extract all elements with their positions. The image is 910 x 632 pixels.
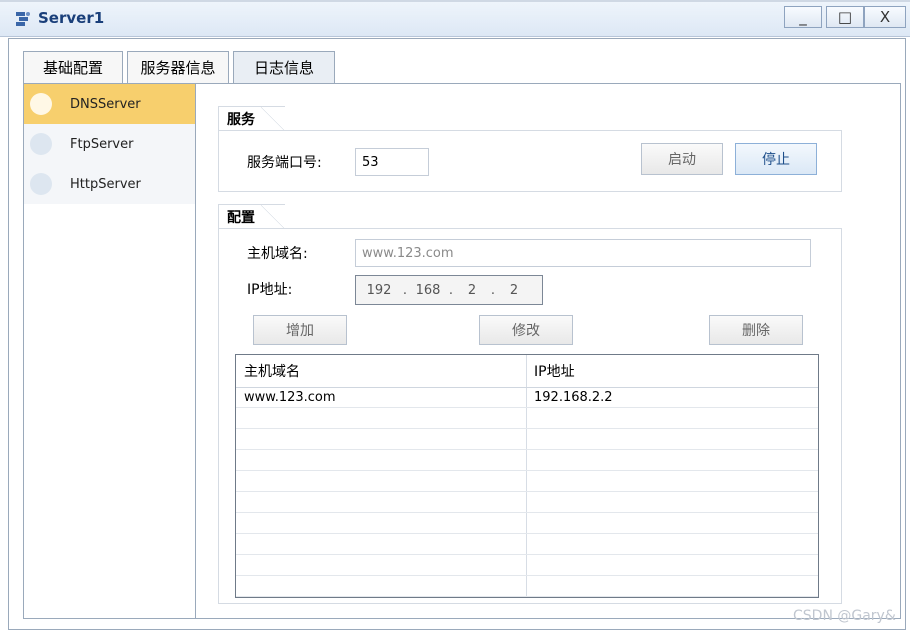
maximize-icon: □	[837, 8, 853, 26]
window-title: Server1	[38, 9, 105, 27]
window-client-area: 基础配置 服务器信息 日志信息 DNSServer FtpServer Http…	[8, 38, 906, 630]
server-status-icon	[30, 93, 52, 115]
table-row-empty	[236, 408, 818, 429]
table-row-empty	[236, 471, 818, 492]
column-header-hostname[interactable]: 主机域名	[236, 355, 526, 387]
server-status-icon	[30, 133, 52, 155]
ip-octet: 168	[415, 282, 441, 298]
tab-label: 日志信息	[253, 59, 314, 77]
tab-label: 基础配置	[42, 59, 103, 77]
ip-octet: 2	[467, 282, 477, 298]
ip-octet: 192	[366, 282, 392, 298]
server-status-icon	[30, 173, 52, 195]
server-item-label: HttpServer	[70, 176, 141, 192]
ip-address-input[interactable]: 192 . 168 . 2 . 2	[355, 275, 543, 305]
maximize-button[interactable]: □	[826, 6, 864, 28]
config-group: 主机域名: www.123.com IP地址: 192 . 168 . 2 . …	[218, 228, 842, 604]
column-header-ip[interactable]: IP地址	[526, 355, 816, 387]
table-row[interactable]: www.123.com 192.168.2.2	[236, 387, 818, 408]
service-group-label: 服务	[227, 112, 255, 128]
table-row-empty	[236, 513, 818, 534]
tab-basic-config[interactable]: 基础配置	[23, 51, 123, 83]
tab-server-info[interactable]: 服务器信息	[127, 51, 229, 83]
host-label: 主机域名:	[247, 246, 308, 262]
port-label: 服务端口号:	[247, 155, 322, 171]
server-list: DNSServer FtpServer HttpServer	[24, 84, 196, 618]
close-button[interactable]: X	[864, 6, 906, 28]
config-group-title: 配置	[218, 204, 285, 229]
add-button[interactable]: 增加	[253, 315, 347, 345]
service-group-title: 服务	[218, 106, 285, 131]
server-window: Server1 _ □ X 基础配置 服务器信息 日志信息 DNSServer	[0, 2, 910, 632]
config-group-label: 配置	[227, 210, 255, 226]
port-input[interactable]: 53	[355, 148, 429, 176]
ip-octet: 2	[509, 282, 519, 298]
minimize-button[interactable]: _	[784, 6, 822, 28]
server-item-http[interactable]: HttpServer	[24, 164, 195, 204]
service-group: 服务端口号: 53 启动 停止	[218, 130, 842, 192]
table-row-empty	[236, 555, 818, 576]
host-input[interactable]: www.123.com	[355, 239, 811, 267]
tab-log-info[interactable]: 日志信息	[233, 51, 335, 83]
start-button[interactable]: 启动	[641, 143, 723, 175]
title-bar[interactable]: Server1 _ □ X	[0, 2, 910, 37]
server-item-label: FtpServer	[70, 136, 134, 152]
table-row-empty	[236, 492, 818, 513]
table-header: 主机域名 IP地址	[236, 355, 818, 388]
tab-label: 服务器信息	[140, 59, 216, 77]
stop-button[interactable]: 停止	[735, 143, 817, 175]
server-item-ftp[interactable]: FtpServer	[24, 124, 195, 164]
watermark: CSDN @Gary&	[793, 608, 896, 624]
dns-records-table[interactable]: 主机域名 IP地址 www.123.com 192.168.2.2	[235, 354, 819, 598]
minimize-icon: _	[799, 8, 807, 26]
close-icon: X	[879, 8, 891, 26]
table-row-empty	[236, 534, 818, 555]
cell-ip: 192.168.2.2	[534, 390, 613, 405]
tab-content-panel: DNSServer FtpServer HttpServer 服务 服务端口号:…	[23, 83, 901, 619]
table-row-empty	[236, 429, 818, 450]
cell-hostname: www.123.com	[244, 390, 336, 405]
server-item-label: DNSServer	[70, 96, 141, 112]
table-row-empty	[236, 450, 818, 471]
ip-label: IP地址:	[247, 282, 293, 298]
server-item-dns[interactable]: DNSServer	[24, 84, 195, 124]
edit-button[interactable]: 修改	[479, 315, 573, 345]
server-app-icon	[16, 12, 30, 26]
delete-button[interactable]: 删除	[709, 315, 803, 345]
table-row-empty	[236, 576, 818, 597]
